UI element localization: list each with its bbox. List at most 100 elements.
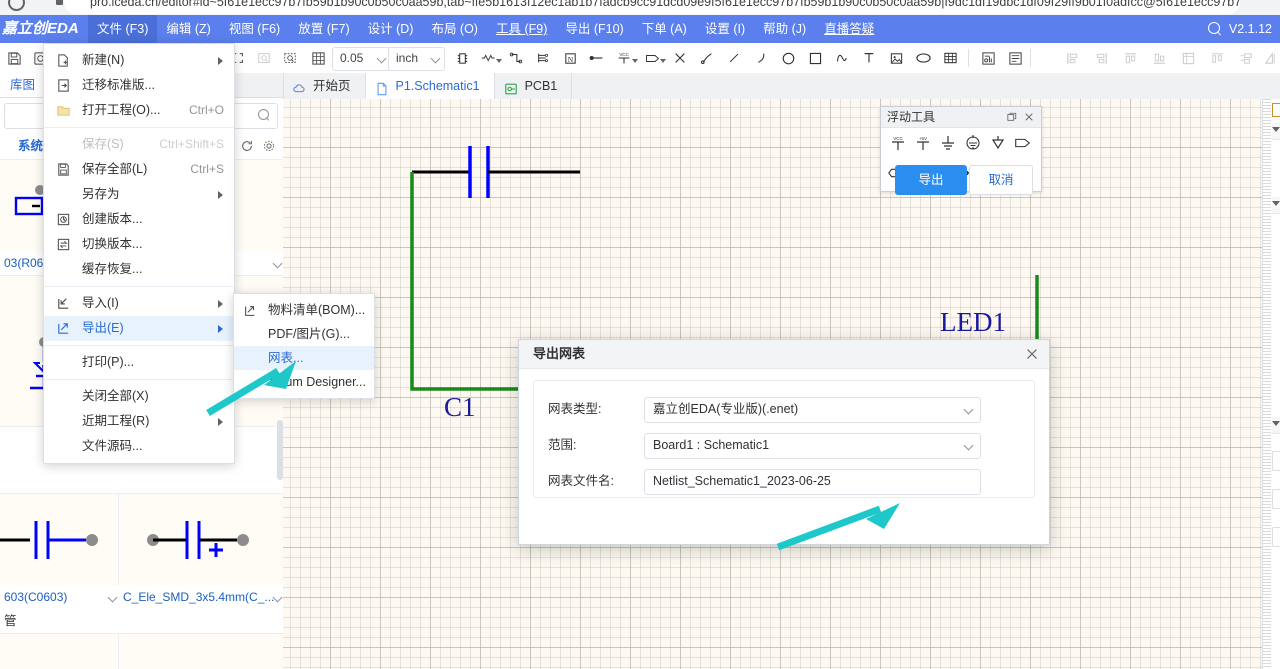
netlist-filename-input[interactable]: Netlist_Schematic1_2023-06-25 xyxy=(644,469,981,495)
earth-icon[interactable] xyxy=(960,129,985,157)
url-input[interactable]: pro.lceda.cn/editor#id~5f61e1ecc97b7fb59… xyxy=(64,0,1240,14)
close-icon[interactable] xyxy=(1023,345,1041,363)
attr-icon[interactable] xyxy=(976,46,1000,70)
power-icon[interactable]: VCC xyxy=(612,46,636,70)
ground-icon[interactable] xyxy=(935,129,960,157)
properties-field[interactable] xyxy=(1272,527,1280,547)
menu-item-9[interactable]: 设置 (I) xyxy=(696,15,754,43)
reload-icon[interactable] xyxy=(8,0,25,11)
file-menu-item-6[interactable]: 另存为 xyxy=(44,182,234,207)
menu-item-11[interactable]: 直播答疑 xyxy=(815,15,883,43)
export-submenu-item-0[interactable]: 物料清单(BOM)... xyxy=(234,298,374,322)
document-tabstrip: 开始页 P1.Schematic1 PCB1 xyxy=(283,73,1280,100)
export-submenu-dropdown: 物料清单(BOM)... PDF/图片(G)... 网表... Altium Desi… xyxy=(233,293,375,399)
export-submenu-item-1[interactable]: PDF/图片(G)... xyxy=(234,322,374,346)
netlist-type-select[interactable]: 嘉立创EDA(专业版)(.enet) xyxy=(644,397,981,423)
search-icon[interactable] xyxy=(1208,22,1222,36)
file-menu-item-14[interactable]: 打印(P)... xyxy=(44,350,234,375)
library-symbol-cell-led[interactable] xyxy=(0,634,119,669)
chevron-down-icon[interactable] xyxy=(632,59,638,63)
tab-[interactable]: 开始页 xyxy=(283,73,366,99)
menu-item-3[interactable]: 放置 (F7) xyxy=(289,15,358,43)
file-menu-item-18[interactable]: 文件源码... xyxy=(44,434,234,459)
file-menu-item-label: 切换版本... xyxy=(82,237,143,251)
grid-icon[interactable] xyxy=(306,46,330,70)
text-icon[interactable] xyxy=(857,46,881,70)
file-menu-item-9[interactable]: 缓存恢复... xyxy=(44,257,234,282)
no-connect-icon[interactable] xyxy=(668,46,692,70)
netlabel-icon[interactable]: N xyxy=(558,46,582,70)
pin-icon[interactable] xyxy=(585,46,609,70)
menu-item-7[interactable]: 导出 (F10) xyxy=(556,15,632,43)
tab-pcb1[interactable]: PCB1 xyxy=(495,73,573,99)
menu-item-0[interactable]: 文件 (F3) xyxy=(88,15,158,43)
probe-icon[interactable] xyxy=(695,46,719,70)
arc-icon[interactable] xyxy=(749,46,773,70)
chip-icon[interactable] xyxy=(450,46,474,70)
resistor-icon[interactable] xyxy=(477,46,501,70)
zoom-selection-icon[interactable] xyxy=(278,46,302,70)
import-icon xyxy=(56,295,73,312)
export-submenu-item-2[interactable]: 网表... xyxy=(234,346,374,370)
chevron-down-icon[interactable] xyxy=(660,59,666,63)
rect-icon[interactable] xyxy=(803,46,827,70)
export-confirm-button[interactable]: 导出 xyxy=(895,165,967,195)
file-menu-item-0[interactable]: 新建(N) xyxy=(44,48,234,73)
library-symbol-cell-led[interactable] xyxy=(119,634,283,669)
file-menu-item-2[interactable]: 打开工程(O)... Ctrl+O xyxy=(44,98,234,123)
port-right-icon[interactable] xyxy=(1010,129,1035,157)
properties-field[interactable] xyxy=(1272,451,1280,471)
properties-section-header[interactable] xyxy=(1272,417,1280,434)
file-menu-item-8[interactable]: 切换版本... xyxy=(44,232,234,257)
file-menu-item-12[interactable]: 导出(E) xyxy=(44,316,234,341)
close-icon[interactable] xyxy=(1022,110,1036,124)
vcc-icon[interactable]: VCC xyxy=(885,129,910,157)
gnd-arrow-icon[interactable] xyxy=(985,129,1010,157)
table-icon[interactable] xyxy=(938,46,962,70)
file-menu-item-17[interactable]: 近期工程(R) xyxy=(44,409,234,434)
file-menu-item-11[interactable]: 导入(I) xyxy=(44,291,234,316)
library-item-name[interactable]: C_Ele_SMD_3x5.4mm(C_... xyxy=(119,585,283,610)
menu-item-4[interactable]: 设计 (D) xyxy=(359,15,423,43)
menu-item-1[interactable]: 编辑 (Z) xyxy=(157,15,219,43)
canvas-vertical-scrollbar[interactable] xyxy=(1263,99,1271,669)
grid-size-select[interactable]: 0.05 xyxy=(332,47,391,71)
file-menu-item-16[interactable]: 关闭全部(X) xyxy=(44,384,234,409)
menu-item-8[interactable]: 下单 (A) xyxy=(633,15,696,43)
menu-item-10[interactable]: 帮助 (J) xyxy=(754,15,815,43)
file-menu-item-7[interactable]: 创建版本... xyxy=(44,207,234,232)
tab-p1schematic1[interactable]: P1.Schematic1 xyxy=(365,73,495,99)
refresh-icon[interactable] xyxy=(239,138,255,154)
properties-section-header[interactable] xyxy=(1272,197,1280,214)
library-item-name[interactable]: 603(C0603) xyxy=(0,585,123,610)
bus-icon[interactable] xyxy=(531,46,555,70)
netport-icon[interactable] xyxy=(640,46,664,70)
line-icon[interactable] xyxy=(722,46,746,70)
properties-field[interactable] xyxy=(1272,489,1280,509)
menu-item-2[interactable]: 视图 (F6) xyxy=(220,15,289,43)
export-submenu-item-3[interactable]: Altium Designer... xyxy=(234,370,374,394)
restore-icon[interactable] xyxy=(1005,110,1019,124)
file-menu-item-1[interactable]: 迁移标准版... xyxy=(44,73,234,98)
circle-icon[interactable] xyxy=(776,46,800,70)
scope-select[interactable]: Board1 : Schematic1 xyxy=(644,433,981,459)
chevron-down-icon[interactable] xyxy=(496,59,502,63)
library-subtab-system[interactable]: 系统 xyxy=(18,133,43,159)
library-symbol-cell-capacitor[interactable] xyxy=(0,494,119,587)
library-tab-label[interactable]: 库图 xyxy=(0,73,46,97)
library-symbol-cell-polar-capacitor[interactable] xyxy=(119,494,283,587)
bom-icon[interactable] xyxy=(1003,46,1027,70)
cancel-button[interactable]: 取消 xyxy=(969,165,1033,195)
image-icon[interactable] xyxy=(884,46,908,70)
menu-item-5[interactable]: 布局 (O) xyxy=(422,15,487,43)
polyline-icon[interactable] xyxy=(830,46,854,70)
ellipse-icon[interactable] xyxy=(911,46,935,70)
gear-icon[interactable] xyxy=(261,138,277,154)
save-icon[interactable] xyxy=(2,46,26,70)
unit-select[interactable]: inch xyxy=(388,47,445,71)
plus5v-icon[interactable]: +5V xyxy=(910,129,935,157)
wire-icon[interactable] xyxy=(504,46,528,70)
file-menu-item-5[interactable]: 保存全部(L) Ctrl+S xyxy=(44,157,234,182)
properties-section-header[interactable] xyxy=(1272,123,1280,140)
menu-item-6[interactable]: 工具 (F9) xyxy=(487,15,556,43)
